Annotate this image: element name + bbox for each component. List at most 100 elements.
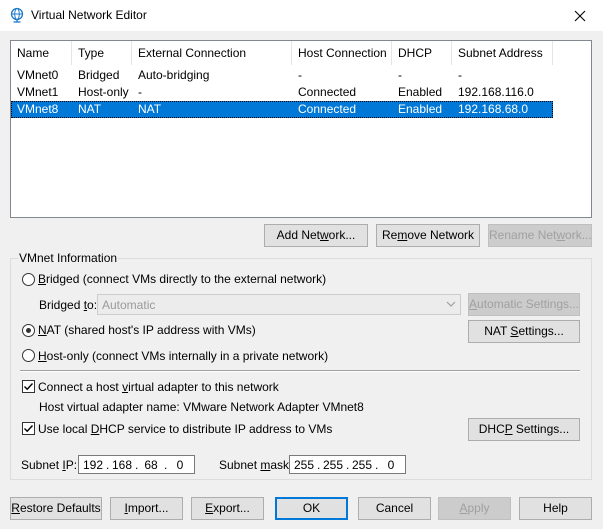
column-header-name[interactable]: Name [11, 41, 72, 65]
checkmark-icon [24, 425, 34, 433]
export-button[interactable]: Export... [191, 497, 264, 520]
ip-octet[interactable]: 255 [292, 457, 316, 473]
cell-type: Bridged [78, 68, 120, 82]
option-text: ost-only (connect VMs internally in a pr… [46, 349, 329, 363]
cell-host-connection: - [298, 68, 302, 82]
close-icon [574, 10, 586, 21]
column-header-subnet-address[interactable]: Subnet Address [452, 41, 553, 65]
host-only-radio[interactable] [22, 349, 35, 362]
column-header-host-connection[interactable]: Host Connection [292, 41, 392, 65]
option-text: ridged (connect VMs directly to the exte… [46, 272, 327, 286]
button-label: Re [381, 228, 398, 242]
ok-button[interactable]: OK [275, 497, 348, 520]
button-label: ork... [328, 228, 356, 242]
vmnet-information-group [10, 258, 592, 480]
help-button[interactable]: Help [519, 497, 592, 520]
ip-dot: . [164, 458, 168, 472]
apply-button[interactable]: Apply [438, 497, 511, 520]
host-only-radio-label[interactable]: Host-only (connect VMs internally in a p… [38, 349, 328, 363]
ip-octet[interactable]: 0 [379, 457, 403, 473]
button-label: DHC [478, 422, 505, 436]
bridged-to-dropdown[interactable]: Automatic [97, 294, 461, 315]
option-text: Use local [38, 422, 91, 436]
ip-dot: . [135, 458, 139, 472]
ip-octet[interactable]: 168 [110, 457, 134, 473]
column-header-dhcp[interactable]: DHCP [392, 41, 452, 65]
cell-host-connection: Connected [298, 85, 357, 99]
ip-octet[interactable]: 255 [350, 457, 374, 473]
cell-type: Host-only [78, 85, 129, 99]
accelerator-key: E [205, 501, 214, 515]
chevron-down-icon [446, 301, 456, 307]
automatic-settings-button[interactable]: Automatic Settings... [468, 293, 580, 316]
label-text: Subnet [219, 458, 261, 472]
button-label: mport... [127, 501, 169, 515]
column-header-external-connection[interactable]: External Connection [132, 41, 292, 65]
option-text: Connect a host [38, 380, 123, 394]
accelerator-key: A [469, 297, 478, 311]
cell-name: VMnet8 [17, 102, 59, 116]
nat-radio-label[interactable]: NAT (shared host's IP address with VMs) [38, 323, 256, 337]
restore-defaults-button[interactable]: Restore Defaults [10, 497, 102, 520]
accelerator-key: P [504, 422, 513, 436]
import-button[interactable]: Import... [110, 497, 183, 520]
ip-octet[interactable]: 255 [321, 457, 345, 473]
network-list[interactable]: Name Type External Connection Host Conne… [10, 40, 592, 218]
ip-octet[interactable]: 68 [139, 457, 163, 473]
checkmark-icon [24, 383, 34, 391]
accelerator-key: A [459, 501, 468, 515]
use-dhcp-label[interactable]: Use local DHCP service to distribute IP … [38, 422, 332, 436]
network-globe-icon [10, 7, 24, 23]
label-text: Subnet [21, 458, 63, 472]
accelerator-key: w [320, 228, 329, 242]
connect-host-adapter-label[interactable]: Connect a host virtual adapter to this n… [38, 380, 279, 394]
table-row-selected[interactable]: VMnet8 NAT NAT Connected Enabled 192.168… [11, 101, 553, 118]
accelerator-key: R [11, 501, 20, 515]
virtual-network-editor-window: Virtual Network Editor Name Type Externa… [0, 0, 603, 529]
bridged-radio-label[interactable]: Bridged (connect VMs directly to the ext… [38, 272, 326, 286]
close-button[interactable] [557, 0, 603, 31]
bridged-radio[interactable] [22, 273, 35, 286]
ip-octet[interactable]: 0 [168, 457, 192, 473]
nat-radio[interactable] [22, 324, 35, 337]
cancel-button[interactable]: Cancel [358, 497, 431, 520]
group-title: VMnet Information [18, 251, 119, 265]
nat-settings-button[interactable]: NAT Settings... [468, 320, 580, 343]
table-row[interactable]: VMnet1 Host-only - Connected Enabled 192… [11, 84, 553, 101]
ip-octet[interactable]: 192 [81, 457, 105, 473]
dropdown-value: Automatic [102, 298, 156, 312]
button-label: ork... [565, 228, 592, 242]
button-label: NAT [484, 324, 511, 338]
label-text: o: [87, 298, 98, 312]
host-adapter-name-label: Host virtual adapter name: VMware Networ… [39, 400, 364, 414]
bridged-to-label: Bridged to: [39, 298, 97, 312]
label-text: Bridged [39, 298, 84, 312]
add-network-button[interactable]: Add Network... [264, 224, 368, 247]
button-label: Add Net [276, 228, 320, 242]
label-text: P: [65, 458, 78, 472]
cell-type: NAT [78, 102, 102, 116]
column-header-type[interactable]: Type [72, 41, 132, 65]
cell-name: VMnet0 [17, 68, 59, 82]
button-label: estore Defaults [19, 501, 101, 515]
subnet-mask-input[interactable]: 255 . 255 . 255 . 0 [289, 455, 406, 474]
accelerator-key: w [556, 228, 566, 242]
ip-dot: . [375, 458, 379, 472]
connect-host-adapter-checkbox[interactable] [22, 380, 35, 393]
radio-selected-dot [26, 328, 31, 333]
accelerator-key: N [38, 323, 47, 337]
button-label: pply [467, 501, 490, 515]
dhcp-settings-button[interactable]: DHCP Settings... [468, 418, 580, 441]
ip-dot: . [346, 458, 350, 472]
remove-network-button[interactable]: Remove Network [376, 224, 480, 247]
use-dhcp-checkbox[interactable] [22, 422, 35, 435]
table-row[interactable]: VMnet0 Bridged Auto-bridging - - - [11, 67, 553, 84]
button-label: ettings... [518, 324, 564, 338]
cell-subnet-address: - [458, 68, 462, 82]
rename-network-button[interactable]: Rename Network... [488, 224, 592, 247]
cell-dhcp: Enabled [398, 85, 443, 99]
window-title: Virtual Network Editor [31, 8, 147, 22]
cell-external-connection: - [138, 85, 142, 99]
cell-dhcp: - [398, 68, 402, 82]
subnet-ip-input[interactable]: 192 . 168 . 68 . 0 [78, 455, 195, 474]
